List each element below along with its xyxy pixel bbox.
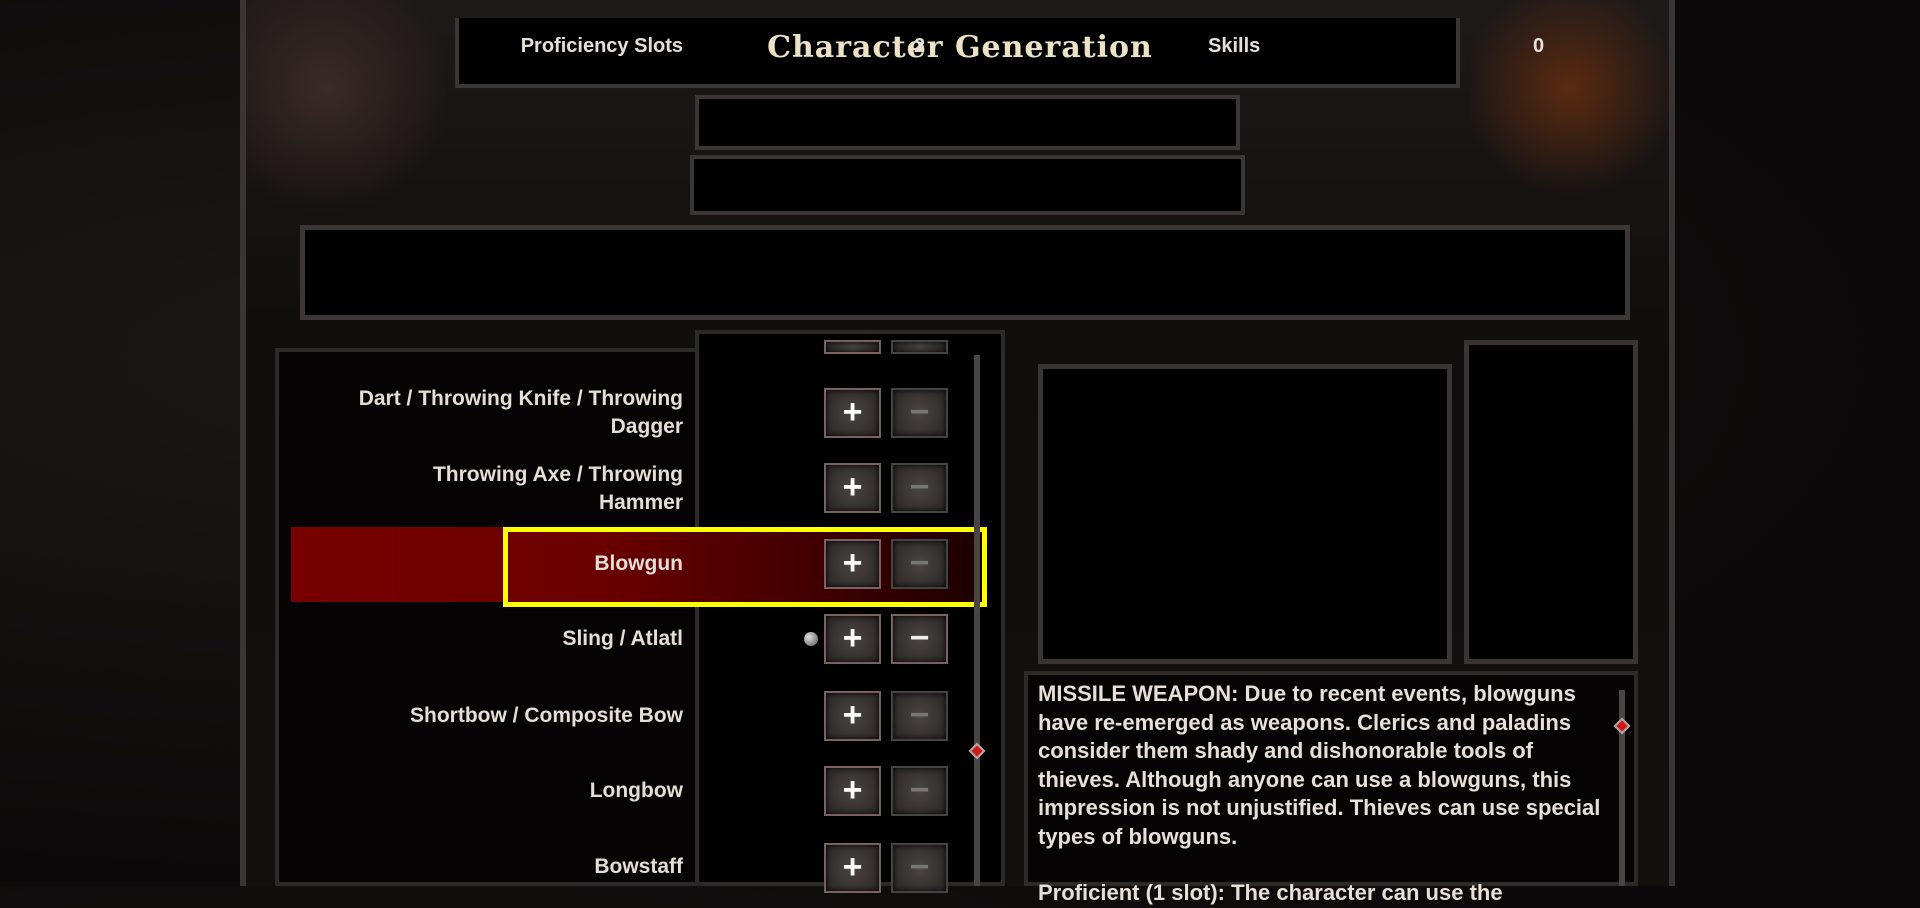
minus-button[interactable]: −: [891, 766, 948, 816]
proficiency-slots-value: 2: [914, 35, 926, 57]
minus-button[interactable]: −: [891, 614, 948, 664]
plus-button[interactable]: +: [824, 614, 881, 664]
proficiency-slots-label: Proficiency Slots: [520, 35, 683, 57]
plus-button[interactable]: +: [824, 691, 881, 741]
skills-label: Skills: [1208, 35, 1261, 57]
minus-button[interactable]: −: [891, 388, 948, 438]
description-paragraph: MISSILE WEAPON: Due to recent events, bl…: [1038, 681, 1601, 849]
proficiency-label: Throwing Axe / Throwing Hammer: [432, 463, 683, 514]
proficiency-point-icon: [804, 632, 818, 646]
minus-button[interactable]: −: [891, 691, 948, 741]
page-title: Character Generation: [767, 30, 1153, 65]
stats-bar: [300, 225, 1630, 320]
skills-value: 0: [1533, 35, 1545, 57]
side-frame: [1464, 340, 1638, 664]
list-item[interactable]: Bowstaff: [0, 853, 683, 881]
minus-button[interactable]: −: [891, 463, 948, 513]
header-panel: [695, 95, 1240, 150]
portrait-frame: [1038, 364, 1452, 664]
proficiency-label: Longbow: [589, 779, 683, 802]
list-item[interactable]: Throwing Axe / Throwing Hammer: [0, 461, 683, 517]
proficiency-label: Shortbow / Composite Bow: [410, 704, 683, 727]
plus-button[interactable]: +: [824, 766, 881, 816]
plus-button[interactable]: +: [824, 388, 881, 438]
list-scrollbar[interactable]: [974, 355, 980, 886]
proficiency-label: Bowstaff: [594, 855, 683, 878]
proficiency-label: Sling / Atlatl: [562, 627, 683, 650]
description-paragraph: Proficient (1 slot): The character can u…: [1038, 880, 1503, 905]
list-item[interactable]: Sling / Atlatl: [0, 625, 683, 653]
header-panel-lower: [690, 155, 1245, 215]
list-item[interactable]: Shortbow / Composite Bow: [0, 702, 683, 730]
list-item[interactable]: Longbow: [0, 777, 683, 805]
list-item[interactable]: Dart / Throwing Knife / Throwing Dagger: [0, 385, 683, 441]
plus-button[interactable]: +: [824, 463, 881, 513]
minus-button[interactable]: [891, 340, 948, 354]
description-text: MISSILE WEAPON: Due to recent events, bl…: [1038, 680, 1618, 908]
proficiency-label: Dart / Throwing Knife / Throwing Dagger: [358, 387, 683, 438]
focus-highlight-box: [503, 527, 987, 607]
plus-button[interactable]: [824, 340, 881, 354]
